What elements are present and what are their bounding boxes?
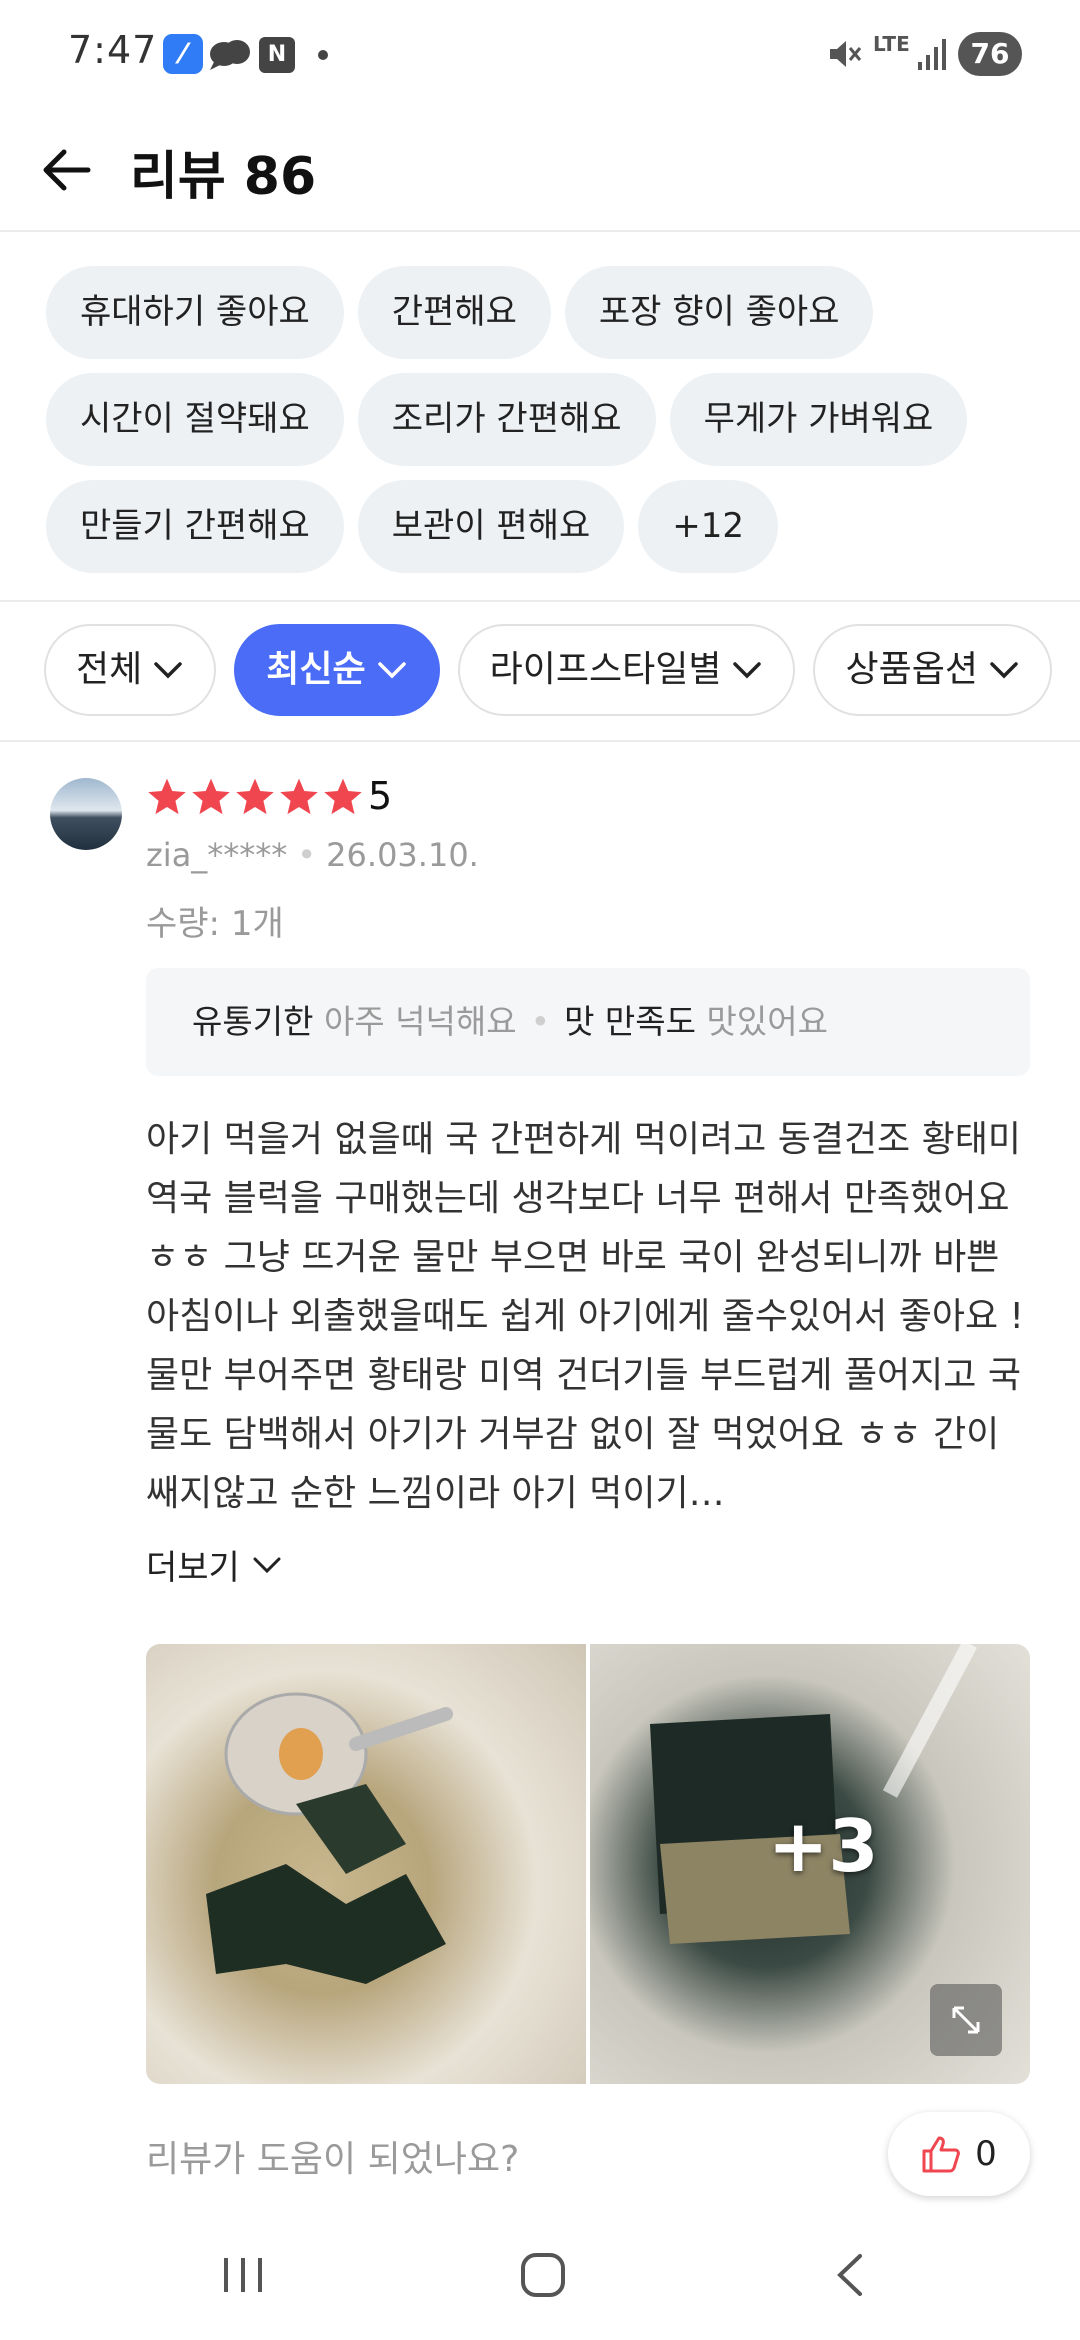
filter-latest-button[interactable]: 최신순 [234, 624, 440, 716]
review-photo[interactable]: +3 [590, 1644, 1030, 2084]
star-icon [192, 778, 230, 815]
filter-lifestyle-button[interactable]: 라이프스타일별 [457, 624, 796, 716]
helpful-question: 리뷰가 도움이 되었나요? [146, 2139, 520, 2180]
more-keywords-chip[interactable]: +12 [638, 480, 779, 573]
thumbs-up-icon [922, 2136, 961, 2173]
expand-icon [952, 2006, 980, 2034]
keyword-chip[interactable]: 보관이 편해요 [357, 480, 625, 573]
arrow-left-icon [43, 149, 91, 191]
purchase-quantity: 수량: 1개 [146, 904, 284, 944]
review-attributes: 유통기한 아주 넉넉해요 • 맛 만족도 맛있어요 [146, 968, 1030, 1076]
review-meta: zia_***** • 26.03.10. [146, 836, 479, 874]
chip-row: 시간이 절약돼요 조리가 간편해요 무게가 가벼워요 [46, 373, 1046, 466]
soup-photo-image [206, 1692, 453, 1984]
signal-icon [918, 36, 948, 76]
filter-label: 전체 [76, 649, 143, 690]
attr-separator: • [530, 1002, 551, 1041]
cloud-chat-icon [208, 36, 252, 76]
attr-key: 유통기한 [192, 1002, 314, 1041]
attr-value: 아주 넉넉해요 [323, 1002, 517, 1041]
read-more-label: 더보기 [146, 1548, 240, 1588]
filter-label: 상품옵션 [845, 649, 978, 690]
star-icon [236, 778, 274, 815]
status-bar: 7:47 ⁄ N LTE 76 [0, 0, 1080, 110]
star-icon [324, 778, 362, 815]
section-divider [0, 740, 1080, 742]
back-button[interactable] [36, 138, 100, 202]
notification-dot [318, 50, 328, 60]
section-divider [0, 600, 1080, 602]
chevron-down-icon [154, 662, 182, 679]
meta-separator: • [297, 836, 317, 874]
attr-value: 맛있어요 [706, 1002, 828, 1041]
chevron-down-icon [377, 662, 406, 679]
chevron-down-icon [990, 662, 1018, 679]
recent-apps-button[interactable] [218, 2250, 268, 2304]
chip-row: 만들기 간편해요 보관이 편해요 +12 [46, 480, 1046, 573]
review-photos: +3 [146, 1644, 1030, 2084]
filter-label: 최신순 [266, 649, 366, 690]
review-author: zia_***** [146, 836, 288, 874]
keyword-chip[interactable]: 무게가 가벼워요 [669, 373, 968, 466]
network-type: LTE [873, 32, 910, 56]
filter-label: 라이프스타일별 [489, 649, 722, 690]
system-nav-bar [0, 2220, 1080, 2340]
keyword-chip[interactable]: 포장 향이 좋아요 [564, 266, 874, 359]
battery-icon: 76 [958, 32, 1022, 76]
back-icon [837, 2254, 862, 2296]
keyword-chips: 휴대하기 좋아요 간편해요 포장 향이 좋아요 시간이 절약돼요 조리가 간편해… [46, 266, 1046, 587]
review-body: 아기 먹을거 없을때 국 간편하게 먹이려고 동결건조 황태미역국 블럭을 구매… [146, 1119, 1024, 1514]
avatar[interactable] [50, 778, 122, 850]
filter-bar: 전체 최신순 라이프스타일별 상품옵션 [44, 624, 1052, 716]
more-photos-count: +3 [768, 1804, 879, 1888]
chevron-down-icon [253, 1557, 281, 1573]
keyword-chip[interactable]: 휴대하기 좋아요 [46, 266, 344, 359]
review-photo[interactable] [146, 1644, 586, 2084]
n-app-icon: N [259, 37, 295, 73]
nav-back-button[interactable] [826, 2250, 876, 2304]
keyword-chip[interactable]: 간편해요 [357, 266, 551, 359]
status-time: 7:47 [68, 28, 158, 72]
star-icon [280, 778, 318, 815]
filter-all-button[interactable]: 전체 [44, 624, 217, 716]
chevron-down-icon [733, 662, 762, 679]
star-rating [146, 776, 364, 818]
keyword-chip[interactable]: 만들기 간편해요 [46, 480, 344, 573]
page-title: 리뷰 86 [130, 147, 317, 207]
keyword-chip[interactable]: 조리가 간편해요 [357, 373, 656, 466]
filter-option-button[interactable]: 상품옵션 [813, 624, 1052, 716]
page-header: 리뷰 86 [0, 110, 1080, 232]
keyword-chip[interactable]: 시간이 절약돼요 [46, 373, 344, 466]
expand-photo-button[interactable] [930, 1984, 1002, 2056]
review-date: 26.03.10. [326, 836, 479, 874]
star-icon [148, 778, 186, 815]
recent-apps-icon [224, 2258, 262, 2292]
home-button[interactable] [518, 2250, 568, 2304]
mute-icon [826, 36, 862, 76]
home-icon [521, 2253, 565, 2297]
read-more-button[interactable]: 더보기 [146, 1540, 282, 1589]
toss-app-icon: ⁄ [163, 34, 203, 74]
like-button[interactable]: 0 [888, 2112, 1030, 2196]
rating-value: 5 [368, 774, 393, 818]
attr-key: 맛 만족도 [564, 1002, 697, 1041]
like-count: 0 [975, 2134, 997, 2174]
chip-row: 휴대하기 좋아요 간편해요 포장 향이 좋아요 [46, 266, 1046, 359]
